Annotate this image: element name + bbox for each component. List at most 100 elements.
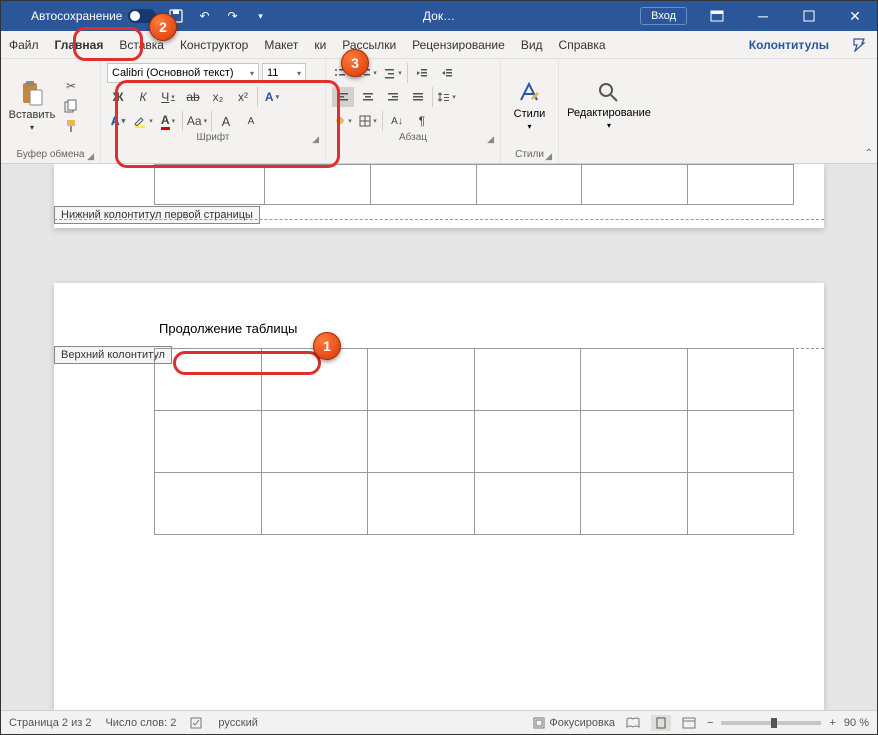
ribbon-tabs: Файл Главная Вставка Конструктор Макет к…: [1, 31, 877, 59]
editing-button[interactable]: Редактирование ▾: [565, 63, 653, 148]
underline-button[interactable]: Ч: [157, 87, 179, 107]
tab-header-footer[interactable]: Колонтитулы: [741, 31, 837, 58]
paragraph-label: Абзац◢: [332, 131, 494, 144]
shading-icon[interactable]: [332, 111, 354, 131]
copy-icon[interactable]: [61, 97, 81, 115]
redo-icon[interactable]: ↷: [220, 4, 244, 28]
print-layout-icon[interactable]: [651, 715, 671, 731]
bold-button[interactable]: Ж: [107, 87, 129, 107]
highlight-icon[interactable]: [132, 111, 154, 131]
styles-icon: [517, 80, 543, 106]
page: Продолжение таблицы Верхний колонтитул: [54, 283, 824, 710]
paste-label: Вставить: [9, 109, 56, 121]
tab-file[interactable]: Файл: [1, 31, 47, 58]
zoom-in-button[interactable]: +: [829, 717, 835, 729]
page-indicator[interactable]: Страница 2 из 2: [9, 717, 91, 729]
web-layout-icon[interactable]: [679, 715, 699, 731]
italic-button[interactable]: К: [132, 87, 154, 107]
sort-icon[interactable]: A↓: [386, 111, 408, 131]
subscript-button[interactable]: x₂: [207, 87, 229, 107]
clipboard-dialog-icon[interactable]: ◢: [87, 151, 94, 162]
qat-more-icon[interactable]: ▾: [248, 4, 272, 28]
show-marks-icon[interactable]: ¶: [411, 111, 433, 131]
table[interactable]: [154, 164, 794, 205]
footer-boundary: [54, 219, 824, 220]
tab-layout[interactable]: Макет: [256, 31, 306, 58]
maximize-icon[interactable]: [787, 1, 831, 31]
tab-home[interactable]: Главная: [47, 31, 112, 58]
tab-design[interactable]: Конструктор: [172, 31, 256, 58]
title-bar: Автосохранение ↶ ↷ ▾ Док… Вход ─ ✕: [1, 1, 877, 31]
spellcheck-icon[interactable]: [190, 716, 204, 730]
text-effects-icon[interactable]: A: [261, 87, 283, 107]
format-painter-icon[interactable]: [61, 117, 81, 135]
find-icon: [597, 81, 621, 105]
line-spacing-icon[interactable]: [436, 87, 458, 107]
tab-view[interactable]: Вид: [513, 31, 551, 58]
styles-dialog-icon[interactable]: ◢: [545, 151, 552, 162]
quick-access-toolbar: ↶ ↷ ▾: [164, 4, 272, 28]
focus-mode-button[interactable]: Фокусировка: [533, 717, 615, 729]
tab-help[interactable]: Справка: [551, 31, 614, 58]
borders-icon[interactable]: [357, 111, 379, 131]
continuation-text[interactable]: Продолжение таблицы: [159, 321, 297, 336]
login-button[interactable]: Вход: [640, 7, 687, 25]
footer-tag[interactable]: Нижний колонтитул первой страницы: [54, 206, 260, 224]
undo-icon[interactable]: ↶: [192, 4, 216, 28]
annotation-marker: 3: [341, 49, 369, 77]
minimize-icon[interactable]: ─: [741, 1, 785, 31]
align-right-icon[interactable]: [382, 87, 404, 107]
table[interactable]: [154, 348, 794, 535]
status-bar: Страница 2 из 2 Число слов: 2 русский Фо…: [1, 710, 877, 734]
tab-review[interactable]: Рецензирование: [404, 31, 513, 58]
indent-increase-icon[interactable]: [436, 63, 458, 83]
clipboard-label: Буфер обмена◢: [7, 148, 94, 161]
chevron-down-icon: ▾: [30, 123, 34, 132]
tell-me-icon[interactable]: [841, 31, 877, 58]
font-dialog-icon[interactable]: ◢: [312, 134, 319, 145]
shrink-font-button[interactable]: A: [240, 111, 262, 131]
cut-icon[interactable]: ✂: [61, 77, 81, 95]
annotation-marker: 2: [149, 13, 177, 41]
multilevel-icon[interactable]: [382, 63, 404, 83]
close-icon[interactable]: ✕: [833, 1, 877, 31]
word-count[interactable]: Число слов: 2: [105, 717, 176, 729]
paste-icon: [18, 79, 46, 107]
title-right: Вход ─ ✕: [640, 1, 877, 31]
group-styles: Стили ▾ Стили◢: [501, 59, 559, 163]
ribbon-options-icon[interactable]: [695, 1, 739, 31]
strikethrough-button[interactable]: ab: [182, 87, 204, 107]
justify-icon[interactable]: [407, 87, 429, 107]
zoom-level[interactable]: 90 %: [844, 717, 869, 729]
ribbon: Вставить ▾ ✂ Буфер обмена◢ Calibri (Осно…: [1, 59, 877, 164]
styles-button[interactable]: Стили ▾: [507, 63, 552, 148]
styles-label: Стили◢: [507, 148, 552, 161]
font-label: Шрифт◢: [107, 131, 319, 144]
align-center-icon[interactable]: [357, 87, 379, 107]
indent-decrease-icon[interactable]: [411, 63, 433, 83]
autosave-label: Автосохранение: [1, 9, 122, 23]
document-area[interactable]: Нижний колонтитул первой страницы Продол…: [1, 164, 877, 710]
align-left-icon[interactable]: [332, 87, 354, 107]
group-editing: Редактирование ▾: [559, 59, 659, 163]
page: Нижний колонтитул первой страницы: [54, 164, 824, 228]
change-case-button[interactable]: Aa: [186, 111, 208, 131]
font-name-combo[interactable]: Calibri (Основной текст)▾: [107, 63, 259, 83]
zoom-out-button[interactable]: −: [707, 717, 713, 729]
group-clipboard: Вставить ▾ ✂ Буфер обмена◢: [1, 59, 101, 163]
font-size-combo[interactable]: 11▾: [262, 63, 306, 83]
language-indicator[interactable]: русский: [218, 717, 257, 729]
tab-references[interactable]: ки: [306, 31, 334, 58]
paragraph-dialog-icon[interactable]: ◢: [487, 134, 494, 145]
superscript-button[interactable]: x²: [232, 87, 254, 107]
read-mode-icon[interactable]: [623, 715, 643, 731]
font-color-icon[interactable]: A: [157, 111, 179, 131]
collapse-ribbon-icon[interactable]: ⌃: [865, 148, 873, 159]
grow-font-button[interactable]: A: [215, 111, 237, 131]
document-title: Док…: [423, 9, 455, 23]
group-font: Calibri (Основной текст)▾ 11▾ Ж К Ч ab x…: [101, 59, 326, 163]
text-fill-icon[interactable]: A: [107, 111, 129, 131]
paste-button[interactable]: Вставить ▾: [7, 63, 57, 148]
zoom-slider[interactable]: [721, 721, 821, 725]
annotation-marker: 1: [313, 332, 341, 360]
